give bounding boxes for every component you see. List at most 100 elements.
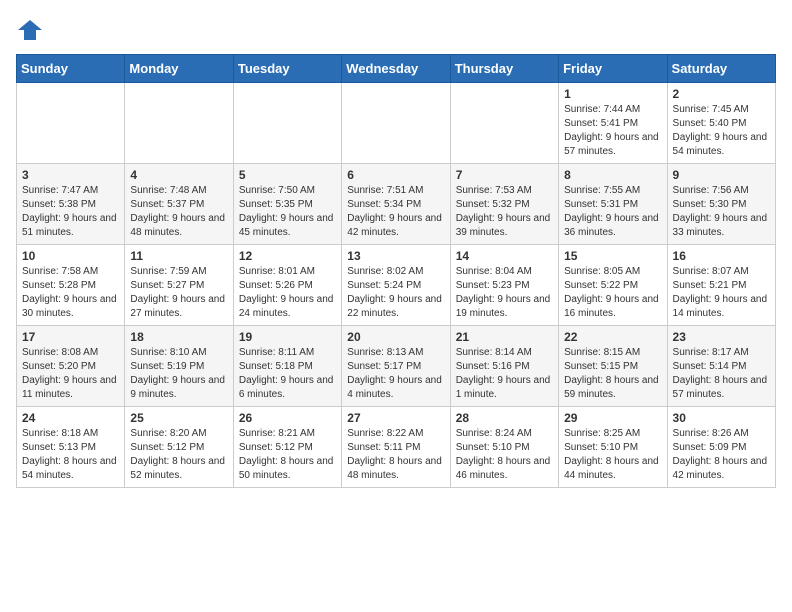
day-number: 12 <box>239 249 336 263</box>
day-info: Sunrise: 7:47 AM Sunset: 5:38 PM Dayligh… <box>22 184 119 240</box>
weekday-header: Saturday <box>667 55 775 83</box>
day-info: Sunrise: 8:08 AM Sunset: 5:20 PM Dayligh… <box>22 346 119 402</box>
day-info: Sunrise: 7:55 AM Sunset: 5:31 PM Dayligh… <box>564 184 661 240</box>
calendar-cell <box>233 83 341 164</box>
day-number: 26 <box>239 411 336 425</box>
day-info: Sunrise: 7:59 AM Sunset: 5:27 PM Dayligh… <box>130 265 227 321</box>
calendar-cell: 28 Sunrise: 8:24 AM Sunset: 5:10 PM Dayli… <box>450 407 558 488</box>
calendar-body: 1 Sunrise: 7:44 AM Sunset: 5:41 PM Daylig… <box>17 83 776 488</box>
day-number: 10 <box>22 249 119 263</box>
calendar-cell <box>342 83 450 164</box>
calendar-cell: 10 Sunrise: 7:58 AM Sunset: 5:28 PM Dayli… <box>17 245 125 326</box>
calendar-header-row: SundayMondayTuesdayWednesdayThursdayFrid… <box>17 55 776 83</box>
day-info: Sunrise: 8:05 AM Sunset: 5:22 PM Dayligh… <box>564 265 661 321</box>
day-number: 14 <box>456 249 553 263</box>
day-number: 11 <box>130 249 227 263</box>
calendar-cell: 13 Sunrise: 8:02 AM Sunset: 5:24 PM Dayli… <box>342 245 450 326</box>
weekday-header: Monday <box>125 55 233 83</box>
day-number: 19 <box>239 330 336 344</box>
day-info: Sunrise: 8:01 AM Sunset: 5:26 PM Dayligh… <box>239 265 336 321</box>
calendar-cell: 22 Sunrise: 8:15 AM Sunset: 5:15 PM Dayli… <box>559 326 667 407</box>
weekday-header: Friday <box>559 55 667 83</box>
calendar-cell: 16 Sunrise: 8:07 AM Sunset: 5:21 PM Dayli… <box>667 245 775 326</box>
day-info: Sunrise: 8:15 AM Sunset: 5:15 PM Dayligh… <box>564 346 661 402</box>
day-number: 13 <box>347 249 444 263</box>
day-info: Sunrise: 8:10 AM Sunset: 5:19 PM Dayligh… <box>130 346 227 402</box>
day-number: 28 <box>456 411 553 425</box>
day-number: 3 <box>22 168 119 182</box>
calendar-cell: 17 Sunrise: 8:08 AM Sunset: 5:20 PM Dayli… <box>17 326 125 407</box>
day-number: 9 <box>673 168 770 182</box>
calendar-table: SundayMondayTuesdayWednesdayThursdayFrid… <box>16 54 776 488</box>
calendar-cell: 8 Sunrise: 7:55 AM Sunset: 5:31 PM Daylig… <box>559 164 667 245</box>
day-number: 5 <box>239 168 336 182</box>
calendar-cell: 23 Sunrise: 8:17 AM Sunset: 5:14 PM Dayli… <box>667 326 775 407</box>
day-number: 27 <box>347 411 444 425</box>
day-info: Sunrise: 7:56 AM Sunset: 5:30 PM Dayligh… <box>673 184 770 240</box>
calendar-cell: 12 Sunrise: 8:01 AM Sunset: 5:26 PM Dayli… <box>233 245 341 326</box>
day-number: 6 <box>347 168 444 182</box>
day-number: 15 <box>564 249 661 263</box>
day-info: Sunrise: 8:24 AM Sunset: 5:10 PM Dayligh… <box>456 427 553 483</box>
day-info: Sunrise: 8:04 AM Sunset: 5:23 PM Dayligh… <box>456 265 553 321</box>
calendar-cell: 21 Sunrise: 8:14 AM Sunset: 5:16 PM Dayli… <box>450 326 558 407</box>
day-number: 24 <box>22 411 119 425</box>
calendar-cell: 18 Sunrise: 8:10 AM Sunset: 5:19 PM Dayli… <box>125 326 233 407</box>
calendar-cell <box>125 83 233 164</box>
day-info: Sunrise: 8:20 AM Sunset: 5:12 PM Dayligh… <box>130 427 227 483</box>
day-info: Sunrise: 7:53 AM Sunset: 5:32 PM Dayligh… <box>456 184 553 240</box>
calendar-week-row: 3 Sunrise: 7:47 AM Sunset: 5:38 PM Daylig… <box>17 164 776 245</box>
day-number: 18 <box>130 330 227 344</box>
calendar-cell: 24 Sunrise: 8:18 AM Sunset: 5:13 PM Dayli… <box>17 407 125 488</box>
day-info: Sunrise: 8:22 AM Sunset: 5:11 PM Dayligh… <box>347 427 444 483</box>
day-info: Sunrise: 8:02 AM Sunset: 5:24 PM Dayligh… <box>347 265 444 321</box>
calendar-cell: 7 Sunrise: 7:53 AM Sunset: 5:32 PM Daylig… <box>450 164 558 245</box>
day-number: 4 <box>130 168 227 182</box>
day-info: Sunrise: 8:26 AM Sunset: 5:09 PM Dayligh… <box>673 427 770 483</box>
calendar-cell <box>17 83 125 164</box>
calendar-week-row: 17 Sunrise: 8:08 AM Sunset: 5:20 PM Dayli… <box>17 326 776 407</box>
weekday-header: Tuesday <box>233 55 341 83</box>
day-info: Sunrise: 8:18 AM Sunset: 5:13 PM Dayligh… <box>22 427 119 483</box>
weekday-header: Sunday <box>17 55 125 83</box>
calendar-cell: 5 Sunrise: 7:50 AM Sunset: 5:35 PM Daylig… <box>233 164 341 245</box>
calendar-week-row: 10 Sunrise: 7:58 AM Sunset: 5:28 PM Dayli… <box>17 245 776 326</box>
day-number: 1 <box>564 87 661 101</box>
calendar-week-row: 24 Sunrise: 8:18 AM Sunset: 5:13 PM Dayli… <box>17 407 776 488</box>
day-number: 21 <box>456 330 553 344</box>
day-number: 8 <box>564 168 661 182</box>
calendar-cell: 9 Sunrise: 7:56 AM Sunset: 5:30 PM Daylig… <box>667 164 775 245</box>
day-number: 22 <box>564 330 661 344</box>
day-info: Sunrise: 7:48 AM Sunset: 5:37 PM Dayligh… <box>130 184 227 240</box>
day-number: 30 <box>673 411 770 425</box>
day-number: 7 <box>456 168 553 182</box>
calendar-cell: 11 Sunrise: 7:59 AM Sunset: 5:27 PM Dayli… <box>125 245 233 326</box>
day-info: Sunrise: 7:44 AM Sunset: 5:41 PM Dayligh… <box>564 103 661 159</box>
day-number: 25 <box>130 411 227 425</box>
logo <box>16 16 46 44</box>
logo-icon <box>16 16 44 44</box>
calendar-cell: 4 Sunrise: 7:48 AM Sunset: 5:37 PM Daylig… <box>125 164 233 245</box>
day-number: 29 <box>564 411 661 425</box>
day-info: Sunrise: 7:58 AM Sunset: 5:28 PM Dayligh… <box>22 265 119 321</box>
day-number: 17 <box>22 330 119 344</box>
day-info: Sunrise: 8:07 AM Sunset: 5:21 PM Dayligh… <box>673 265 770 321</box>
day-info: Sunrise: 7:51 AM Sunset: 5:34 PM Dayligh… <box>347 184 444 240</box>
day-info: Sunrise: 8:14 AM Sunset: 5:16 PM Dayligh… <box>456 346 553 402</box>
calendar-cell: 1 Sunrise: 7:44 AM Sunset: 5:41 PM Daylig… <box>559 83 667 164</box>
calendar-cell: 14 Sunrise: 8:04 AM Sunset: 5:23 PM Dayli… <box>450 245 558 326</box>
calendar-cell: 30 Sunrise: 8:26 AM Sunset: 5:09 PM Dayli… <box>667 407 775 488</box>
weekday-header: Wednesday <box>342 55 450 83</box>
day-number: 23 <box>673 330 770 344</box>
day-info: Sunrise: 8:13 AM Sunset: 5:17 PM Dayligh… <box>347 346 444 402</box>
day-number: 16 <box>673 249 770 263</box>
day-info: Sunrise: 7:45 AM Sunset: 5:40 PM Dayligh… <box>673 103 770 159</box>
calendar-cell: 25 Sunrise: 8:20 AM Sunset: 5:12 PM Dayli… <box>125 407 233 488</box>
calendar-cell: 2Sunrise: 7:45 AM Sunset: 5:40 PM Daylig… <box>667 83 775 164</box>
calendar-cell: 6 Sunrise: 7:51 AM Sunset: 5:34 PM Daylig… <box>342 164 450 245</box>
page-header <box>16 16 776 44</box>
day-info: Sunrise: 7:50 AM Sunset: 5:35 PM Dayligh… <box>239 184 336 240</box>
calendar-cell: 3 Sunrise: 7:47 AM Sunset: 5:38 PM Daylig… <box>17 164 125 245</box>
day-info: Sunrise: 8:17 AM Sunset: 5:14 PM Dayligh… <box>673 346 770 402</box>
calendar-cell: 26Sunrise: 8:21 AM Sunset: 5:12 PM Dayli… <box>233 407 341 488</box>
